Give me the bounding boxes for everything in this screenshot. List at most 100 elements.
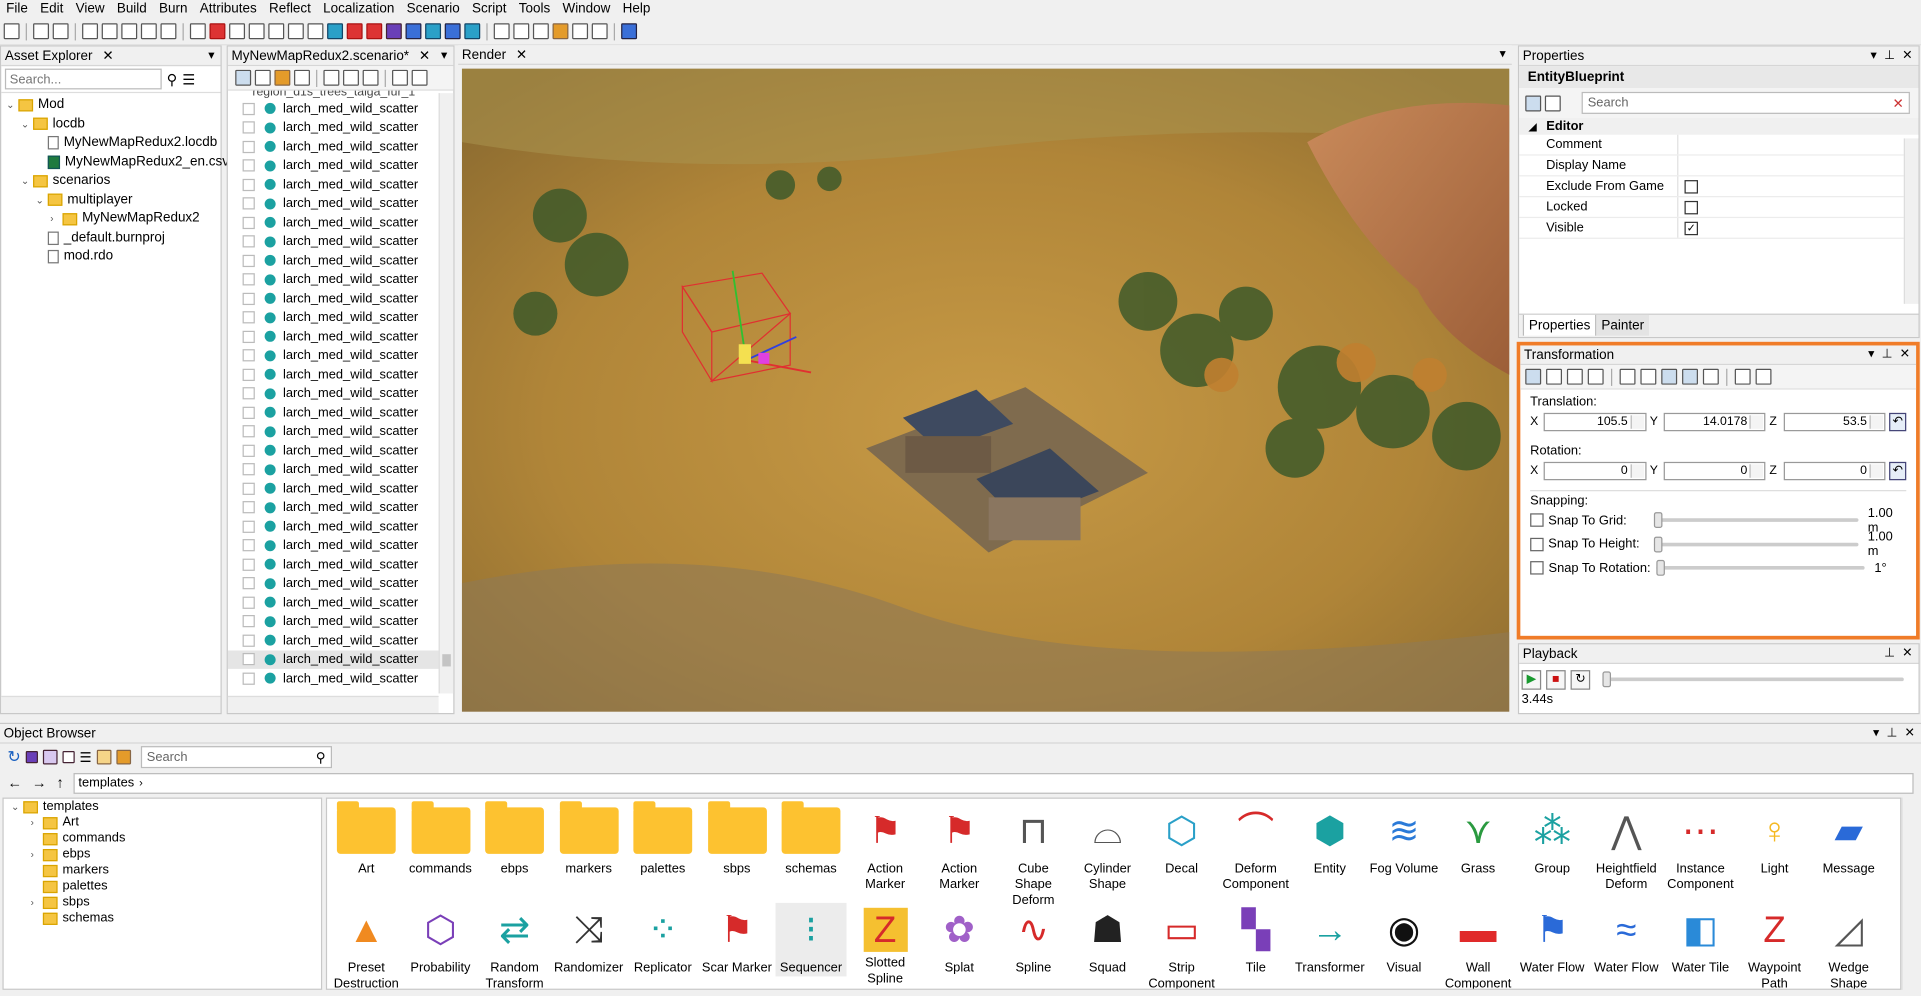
property-checkbox[interactable]: ✓ [1684, 221, 1698, 235]
layers-icon[interactable] [307, 23, 324, 40]
template-item[interactable]: ≈ Water Flow [1591, 903, 1662, 977]
sync-icon[interactable] [343, 69, 359, 86]
menu-file[interactable]: File [0, 0, 34, 18]
asset-tree-item[interactable]: ⌄ Mod [1, 96, 220, 115]
close-icon[interactable]: ✕ [419, 49, 430, 64]
large-icon-view-icon[interactable] [116, 749, 131, 765]
music-icon[interactable] [323, 69, 340, 86]
template-item[interactable]: ⇄ Random Transform [479, 903, 550, 988]
visibility-checkbox[interactable] [242, 653, 255, 666]
chevron-down-icon[interactable]: ⌄ [21, 172, 33, 191]
template-item[interactable]: ▰ Message [1813, 804, 1884, 878]
swap-icon[interactable] [287, 23, 304, 40]
list-item[interactable]: larch_med_wild_scatter [228, 574, 453, 593]
visibility-checkbox[interactable] [242, 482, 255, 495]
list-item[interactable]: larch_med_wild_scatter [228, 612, 453, 631]
image-icon[interactable] [33, 23, 50, 40]
playback-slider[interactable] [1602, 671, 1904, 688]
list-item[interactable]: larch_med_wild_scatter [228, 384, 453, 403]
pin-icon[interactable]: ⊥ [1882, 348, 1893, 361]
menu-script[interactable]: Script [466, 0, 513, 18]
snap-slider[interactable] [1656, 560, 1865, 577]
template-item[interactable]: ⬡ Probability [405, 903, 476, 977]
sound-icon[interactable] [248, 23, 265, 40]
list-item[interactable]: larch_med_wild_scatter [228, 156, 453, 175]
menu-scenario[interactable]: Scenario [400, 0, 465, 18]
scenario-tab[interactable]: MyNewMapRedux2.scenario* ✕ [232, 48, 441, 64]
asset-tree-item[interactable]: MyNewMapRedux2_en.csv [1, 153, 229, 172]
dropdown-icon[interactable]: ▾ [1871, 49, 1877, 62]
thumbnail-view-icon[interactable] [96, 749, 112, 765]
world-space-icon[interactable] [1640, 368, 1657, 385]
menu-view[interactable]: View [69, 0, 110, 18]
property-checkbox[interactable] [1684, 200, 1698, 214]
list-icon[interactable] [52, 23, 69, 40]
snap-checkbox[interactable] [1530, 513, 1544, 528]
template-item[interactable]: markers [553, 801, 624, 878]
list-item[interactable]: larch_med_wild_scatter [228, 175, 453, 194]
visibility-checkbox[interactable] [242, 159, 255, 172]
asset-search-input[interactable] [4, 68, 162, 90]
close-icon[interactable]: ✕ [1905, 726, 1915, 739]
breadcrumb[interactable]: templates › [73, 772, 1914, 794]
list-item[interactable]: larch_med_wild_scatter [228, 118, 453, 137]
breadcrumb-templates[interactable]: templates [78, 775, 134, 790]
camera-icon[interactable] [411, 69, 428, 86]
drop-icon[interactable] [464, 23, 481, 40]
render-viewport[interactable] [461, 68, 1510, 712]
template-item[interactable]: Z Waypoint Path [1739, 903, 1810, 988]
folder-icon[interactable] [274, 69, 291, 86]
object-tree-item[interactable]: › sbps [4, 894, 321, 910]
list-item[interactable]: larch_med_wild_scatter [228, 460, 453, 479]
template-item[interactable]: ✿ Splat [924, 903, 995, 977]
refresh-icon[interactable] [591, 23, 608, 40]
visibility-checkbox[interactable] [242, 634, 255, 647]
scale-icon[interactable] [1566, 368, 1583, 385]
template-item[interactable]: ≋ Fog Volume [1368, 804, 1439, 878]
rotation-x-input[interactable]: 0 [1544, 461, 1647, 480]
align-icon[interactable] [82, 23, 99, 40]
template-item[interactable]: ∿ Spline [998, 903, 1069, 977]
template-item[interactable]: ⁂ Group [1517, 804, 1588, 878]
categorized-icon[interactable] [1525, 94, 1542, 111]
visibility-checkbox[interactable] [242, 615, 255, 628]
template-item[interactable]: ☗ Squad [1072, 903, 1143, 977]
template-item[interactable]: ⚑ Action Marker [850, 804, 921, 893]
menu-window[interactable]: Window [556, 0, 616, 18]
brush-icon[interactable] [346, 23, 363, 40]
template-item[interactable]: Z Slotted Spline [850, 903, 921, 988]
menu-help[interactable]: Help [617, 0, 657, 18]
template-item[interactable]: ⋎ Grass [1443, 804, 1514, 878]
template-item[interactable]: ▚ Tile [1220, 903, 1291, 977]
edit-icon[interactable] [392, 69, 408, 86]
list-item[interactable]: larch_med_wild_scatter [228, 327, 453, 346]
object-tree-item[interactable]: ⌄ templates [4, 799, 321, 815]
pin-icon[interactable]: ⊥ [1884, 647, 1895, 660]
water-icon[interactable] [327, 23, 344, 40]
list-item[interactable]: larch_med_wild_scatter [228, 365, 453, 384]
list-item[interactable]: larch_med_wild_scatter [228, 422, 453, 441]
forward-icon[interactable]: → [32, 774, 47, 791]
close-icon[interactable]: ✕ [1900, 348, 1910, 361]
sort-alpha-icon[interactable] [1544, 94, 1561, 111]
search-icon[interactable]: ⚲ [316, 749, 326, 765]
chevron-right-icon[interactable]: › [31, 894, 43, 910]
template-item[interactable]: → Transformer [1294, 903, 1365, 977]
pin-icon[interactable]: ⊥ [1887, 726, 1898, 739]
template-item[interactable]: ⋀ Heightfield Deform [1591, 804, 1662, 893]
cut-icon[interactable] [268, 23, 285, 40]
link-icon[interactable] [1734, 368, 1751, 385]
add-layer-icon[interactable] [254, 69, 271, 86]
template-item[interactable]: palettes [627, 801, 698, 878]
rotation-y-input[interactable]: 0 [1663, 461, 1766, 480]
vertical-scrollbar[interactable] [1901, 797, 1919, 990]
list-item[interactable]: larch_med_wild_scatter [228, 270, 453, 289]
template-item[interactable]: ⌒ Deform Component [1220, 804, 1291, 893]
select-icon[interactable] [235, 69, 252, 86]
asset-tree-item[interactable]: mod.rdo [1, 247, 220, 266]
visibility-checkbox[interactable] [242, 425, 255, 438]
template-item[interactable]: ◿ Wedge Shape [1813, 903, 1884, 988]
visibility-checkbox[interactable] [242, 140, 255, 153]
menu-burn[interactable]: Burn [153, 0, 194, 18]
menu-reflect[interactable]: Reflect [263, 0, 317, 18]
